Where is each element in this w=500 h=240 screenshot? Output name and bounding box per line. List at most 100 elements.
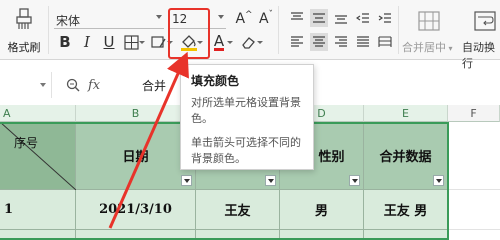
align-center-icon	[313, 36, 325, 47]
formula-input[interactable]: 合并	[142, 77, 166, 94]
align-middle-button[interactable]	[310, 9, 328, 27]
fill-color-highlight	[168, 8, 210, 59]
column-header-e[interactable]: E	[364, 105, 448, 122]
format-painter-icon	[16, 8, 32, 29]
filter-dropdown-icon[interactable]	[265, 175, 276, 186]
cell-f2[interactable]	[448, 190, 500, 230]
align-bottom-button[interactable]	[332, 9, 350, 27]
fill-color-tooltip: 填充颜色 对所选单元格设置背景色。 单击箭头可选择不同的背景颜色。	[180, 64, 314, 170]
increase-font-size-button[interactable]: A ^	[234, 10, 254, 28]
cell-style-button[interactable]	[150, 33, 173, 51]
ribbon-separator	[398, 6, 399, 54]
chevron-down-icon	[40, 83, 46, 87]
align-left-icon	[291, 36, 303, 47]
chevron-down-icon	[139, 41, 145, 44]
justify-icon	[357, 36, 369, 47]
outdent-icon	[356, 13, 369, 23]
chevron-down-icon: ▾	[446, 44, 453, 53]
cell-e3[interactable]	[364, 230, 448, 240]
filter-dropdown-icon[interactable]	[433, 175, 444, 186]
merge-center-button[interactable]: 合并居中 ▾	[402, 39, 453, 55]
font-name-value: 宋体	[56, 14, 81, 28]
format-painter-label: 格式刷	[7, 41, 41, 54]
increase-indent-button[interactable]	[376, 9, 394, 27]
ribbon-separator	[278, 6, 279, 54]
caret-down-icon: ˇ	[268, 10, 274, 20]
font-color-icon: A	[213, 31, 225, 51]
wrap-text-label: 自动换行	[462, 41, 495, 70]
align-middle-icon	[313, 13, 325, 23]
bold-button[interactable]: B	[56, 33, 74, 51]
cell-a3[interactable]	[0, 230, 76, 240]
distributed-icon	[378, 36, 392, 47]
cell-b1-date-header[interactable]: 日期	[76, 122, 196, 190]
align-bottom-icon	[335, 15, 347, 24]
borders-icon	[123, 34, 139, 50]
underline-icon: U	[103, 33, 115, 51]
decrease-font-size-button[interactable]: Aˇ	[256, 10, 276, 28]
bold-icon: B	[59, 33, 71, 51]
column-header-a[interactable]: A	[0, 105, 76, 122]
ribbon-separator	[48, 6, 49, 54]
cell-f1[interactable]	[448, 122, 500, 190]
cell-style-icon	[151, 35, 166, 48]
align-center-button[interactable]	[310, 33, 328, 51]
wrap-text-icon	[474, 11, 496, 31]
font-name-select[interactable]: 宋体	[54, 9, 164, 29]
justify-button[interactable]	[354, 33, 372, 51]
cell-b3[interactable]	[76, 230, 196, 240]
filter-dropdown-icon[interactable]	[349, 175, 360, 186]
eraser-icon	[242, 36, 255, 49]
cell-d3[interactable]	[280, 230, 364, 240]
date-header-label: 日期	[122, 150, 149, 165]
caret-up-icon: ^	[245, 10, 253, 20]
align-top-button[interactable]	[288, 9, 306, 27]
cell-c3[interactable]	[196, 230, 280, 240]
chevron-down-icon	[218, 15, 224, 19]
borders-button[interactable]	[122, 33, 145, 51]
cell-e1-merged-header[interactable]: 合并数据	[364, 122, 448, 190]
distributed-button[interactable]	[376, 33, 394, 51]
align-left-button[interactable]	[288, 33, 306, 51]
fx-button[interactable]: fx	[88, 78, 100, 93]
wrap-text-button[interactable]: 自动换行	[462, 39, 500, 71]
merge-center-label: 合并居中	[402, 41, 446, 54]
decrease-font-icon: A	[258, 11, 269, 27]
column-header-f[interactable]: F	[448, 105, 500, 122]
indent-icon	[378, 13, 391, 23]
column-header-b[interactable]: B	[76, 105, 196, 122]
chevron-down-icon	[227, 41, 233, 44]
name-box[interactable]	[0, 72, 52, 98]
cell-b2[interactable]: 2021/3/10	[76, 190, 196, 230]
format-painter-button[interactable]: 格式刷	[4, 6, 44, 56]
decrease-indent-button[interactable]	[354, 9, 372, 27]
align-top-icon	[291, 12, 303, 20]
filter-dropdown-icon[interactable]	[181, 175, 192, 186]
chevron-down-icon	[156, 15, 162, 19]
cell-a2[interactable]: 1	[0, 190, 76, 230]
zoom-icon[interactable]	[66, 78, 80, 92]
cell-e2[interactable]: 王友 男	[364, 190, 448, 230]
merged-data-header-label: 合并数据	[379, 150, 432, 165]
tooltip-hint: 单击箭头可选择不同的背景颜色。	[191, 136, 301, 165]
clear-button[interactable]	[240, 33, 263, 51]
cell-c2[interactable]: 王友	[196, 190, 280, 230]
align-right-button[interactable]	[332, 33, 350, 51]
italic-button[interactable]: I	[78, 33, 96, 51]
underline-button[interactable]: U	[100, 33, 118, 51]
align-right-icon	[335, 36, 347, 47]
ribbon-toolbar: 格式刷 宋体 12 A ^ Aˇ B I U A 合并居中 ▾ 自动换行	[0, 0, 500, 70]
wrap-text-icon-button[interactable]	[474, 10, 496, 32]
cell-a1-diagonal[interactable]: 序号	[0, 122, 76, 190]
tooltip-title: 填充颜色	[191, 74, 240, 88]
diagonal-line	[0, 122, 76, 190]
font-color-button[interactable]: A	[210, 31, 233, 51]
cell-d2[interactable]: 男	[280, 190, 364, 230]
merge-cells-icon	[418, 11, 440, 31]
sequence-header-label: 序号	[14, 136, 39, 150]
merge-center-icon-button[interactable]	[418, 10, 440, 32]
tooltip-description: 对所选单元格设置背景色。	[191, 96, 301, 125]
chevron-down-icon	[257, 41, 263, 44]
increase-font-icon: A	[235, 11, 246, 27]
italic-icon: I	[84, 33, 90, 51]
